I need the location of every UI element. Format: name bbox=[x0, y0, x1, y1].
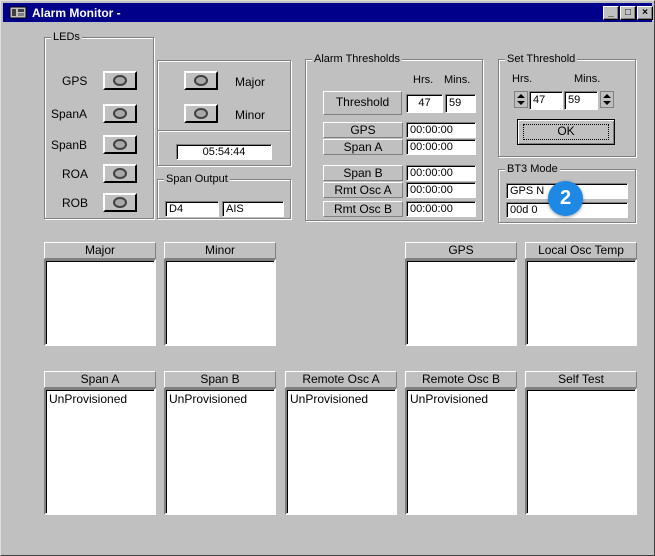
threshold-rmtoscb-value: 00:00:00 bbox=[406, 201, 476, 217]
span-b-panel-header: Span B bbox=[164, 371, 276, 388]
threshold-spanb-value: 00:00:00 bbox=[406, 165, 476, 181]
title-bar[interactable]: Alarm Monitor - _ □ × bbox=[3, 3, 653, 22]
remote-osc-b-panel-list[interactable]: UnProvisioned bbox=[405, 388, 517, 515]
threshold-row-label: Threshold bbox=[323, 91, 402, 115]
ok-focus-rect bbox=[523, 124, 609, 140]
led-spanb bbox=[103, 135, 137, 154]
app-icon bbox=[9, 6, 27, 19]
threshold-hrs-label: Hrs. bbox=[413, 74, 434, 86]
led-minor bbox=[184, 104, 218, 123]
self-test-panel-header: Self Test bbox=[525, 371, 637, 388]
alarm-monitor-window: Alarm Monitor - _ □ × LEDs GPS SpanA Spa… bbox=[0, 0, 655, 556]
set-hrs-input[interactable]: 47 bbox=[529, 91, 563, 110]
remote-osc-b-panel-header: Remote Osc B bbox=[405, 371, 517, 388]
threshold-hrs-value: 47 bbox=[406, 94, 443, 113]
minimize-button[interactable]: _ bbox=[603, 6, 619, 20]
threshold-gps-label: GPS bbox=[323, 122, 403, 138]
led-spana bbox=[103, 104, 137, 123]
gps-panel-header: GPS bbox=[405, 242, 517, 259]
minor-label: Minor bbox=[235, 108, 266, 122]
leds-group-label: LEDs bbox=[51, 30, 82, 44]
bt3-mode-label: BT3 Mode bbox=[505, 162, 560, 176]
local-osc-temp-panel-header: Local Osc Temp bbox=[525, 242, 637, 259]
led-rob-bulb-icon bbox=[113, 197, 127, 208]
set-hrs-label: Hrs. bbox=[512, 73, 533, 85]
set-mins-input[interactable]: 59 bbox=[564, 91, 598, 110]
led-rob-label: ROB bbox=[62, 196, 89, 210]
window-title: Alarm Monitor - bbox=[32, 6, 121, 20]
threshold-rmtosca-label: Rmt Osc A bbox=[323, 182, 403, 198]
ok-button[interactable]: OK bbox=[517, 119, 615, 145]
led-roa-bulb-icon bbox=[113, 168, 127, 179]
led-spana-bulb-icon bbox=[113, 108, 127, 119]
major-panel-list[interactable] bbox=[44, 259, 156, 346]
led-gps-label: GPS bbox=[62, 74, 88, 88]
threshold-mins-label: Mins. bbox=[444, 74, 471, 86]
threshold-spana-label: Span A bbox=[323, 139, 403, 155]
threshold-gps-value: 00:00:00 bbox=[406, 122, 476, 138]
led-gps-bulb-icon bbox=[113, 75, 127, 86]
remote-osc-a-panel-header: Remote Osc A bbox=[285, 371, 397, 388]
led-minor-bulb-icon bbox=[194, 108, 208, 119]
led-rob bbox=[103, 193, 137, 212]
led-gps bbox=[103, 71, 137, 90]
span-a-panel-header: Span A bbox=[44, 371, 156, 388]
set-threshold-label: Set Threshold bbox=[505, 52, 578, 66]
minor-panel-list[interactable] bbox=[164, 259, 276, 346]
status-divider bbox=[158, 130, 290, 132]
threshold-spana-value: 00:00:00 bbox=[406, 139, 476, 155]
minor-panel-header: Minor bbox=[164, 242, 276, 259]
spin-arrows-icon bbox=[603, 94, 611, 105]
span-output-status-field[interactable]: AIS bbox=[222, 201, 284, 217]
span-a-panel-list[interactable]: UnProvisioned bbox=[44, 388, 156, 515]
clock-display: 05:54:44 bbox=[176, 144, 272, 160]
span-b-panel-list[interactable]: UnProvisioned bbox=[164, 388, 276, 515]
led-spana-label: SpanA bbox=[51, 107, 88, 121]
led-major-bulb-icon bbox=[194, 75, 208, 86]
threshold-mins-value: 59 bbox=[445, 94, 476, 113]
self-test-panel-list[interactable] bbox=[525, 388, 637, 515]
restore-button[interactable]: □ bbox=[620, 6, 636, 20]
hrs-spin-button[interactable] bbox=[514, 91, 528, 108]
close-button[interactable]: × bbox=[637, 6, 653, 20]
alarm-thresholds-label: Alarm Thresholds bbox=[312, 52, 402, 66]
led-spanb-bulb-icon bbox=[113, 139, 127, 150]
leds-group: LEDs bbox=[44, 30, 154, 219]
span-output-label: Span Output bbox=[164, 172, 230, 186]
mins-spin-button[interactable] bbox=[600, 91, 614, 108]
major-label: Major bbox=[235, 75, 266, 89]
led-major bbox=[184, 71, 218, 90]
local-osc-temp-panel-list[interactable] bbox=[525, 259, 637, 346]
threshold-rmtosca-value: 00:00:00 bbox=[406, 182, 476, 198]
gps-panel-list[interactable] bbox=[405, 259, 517, 346]
major-panel-header: Major bbox=[44, 242, 156, 259]
threshold-rmtoscb-label: Rmt Osc B bbox=[323, 201, 403, 217]
remote-osc-a-panel-list[interactable]: UnProvisioned bbox=[285, 388, 397, 515]
step-badge: 2 bbox=[548, 181, 583, 216]
led-roa bbox=[103, 164, 137, 183]
led-roa-label: ROA bbox=[62, 167, 89, 181]
span-output-code-field[interactable]: D4 bbox=[165, 201, 219, 217]
spin-arrows-icon bbox=[517, 94, 525, 105]
set-mins-label: Mins. bbox=[574, 73, 601, 85]
threshold-spanb-label: Span B bbox=[323, 165, 403, 181]
led-spanb-label: SpanB bbox=[51, 138, 88, 152]
